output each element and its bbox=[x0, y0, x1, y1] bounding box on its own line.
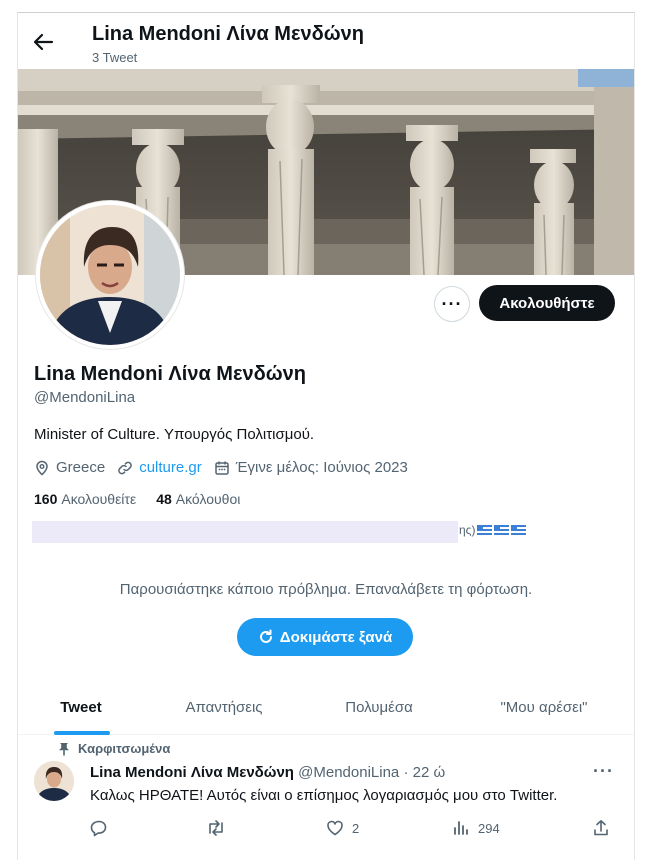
reply-button[interactable] bbox=[90, 819, 116, 837]
followers-count: 48 bbox=[156, 491, 172, 507]
profile-tabs: Tweet Απαντήσεις Πολυμέσα "Μου αρέσει" bbox=[18, 680, 634, 735]
profile-meta: Greece culture.gr Έγινε μέλος: Ιούνιος 2… bbox=[34, 459, 420, 476]
error-message: Παρουσιάστηκε κάποιο πρόβλημα. Επαναλάβε… bbox=[119, 581, 533, 598]
redacted-tail-text: ης) bbox=[459, 523, 476, 537]
tweet-more-button[interactable]: ··· bbox=[593, 761, 614, 782]
tweet-separator: · bbox=[403, 764, 409, 781]
following-count: 160 bbox=[34, 491, 58, 507]
tweet-author-name[interactable]: Lina Mendoni Λίνα Μενδώνη bbox=[90, 764, 294, 781]
header-name: Lina Mendoni Λίνα Μενδώνη bbox=[92, 23, 364, 45]
tab-tweets[interactable]: Tweet bbox=[18, 680, 144, 734]
profile-bio: Minister of Culture. Υπουργός Πολιτισμού… bbox=[34, 426, 315, 443]
heart-icon bbox=[327, 820, 343, 836]
like-count: 2 bbox=[352, 820, 360, 836]
followers-label: Ακόλουθοι bbox=[175, 491, 241, 507]
tweet-time[interactable]: 22 ώ bbox=[413, 764, 446, 781]
more-options-button[interactable]: ··· bbox=[434, 286, 470, 322]
followers-link[interactable]: 48 Ακόλουθοι bbox=[156, 491, 240, 507]
share-button[interactable] bbox=[592, 819, 618, 837]
share-icon bbox=[594, 820, 608, 836]
website-link[interactable]: culture.gr bbox=[139, 459, 202, 476]
tweet-author-avatar[interactable] bbox=[34, 761, 74, 801]
views-icon bbox=[454, 821, 468, 835]
join-date: Έγινε μέλος: Ιούνιος 2023 bbox=[214, 459, 408, 476]
website: culture.gr bbox=[117, 459, 202, 476]
profile-header: Lina Mendoni Λίνα Μενδώνη 3 Tweet bbox=[18, 13, 634, 69]
location: Greece bbox=[34, 459, 105, 476]
retweet-button[interactable] bbox=[206, 819, 234, 837]
follow-button[interactable]: Ακολουθήστε bbox=[479, 285, 615, 321]
back-arrow-icon[interactable] bbox=[32, 31, 54, 53]
tweet-header: Lina Mendoni Λίνα Μενδώνη @MendoniLina ·… bbox=[90, 764, 445, 781]
following-link[interactable]: 160 Ακολουθείτε bbox=[34, 491, 136, 507]
retry-label: Δοκιμάστε ξανά bbox=[279, 628, 393, 646]
redacted-tail: ης) bbox=[459, 523, 527, 537]
join-date-text: Έγινε μέλος: Ιούνιος 2023 bbox=[235, 459, 408, 476]
pinned-indicator: Καρφιτσωμένα bbox=[58, 741, 170, 756]
tweet-text: Καλως ΗΡΘΑΤΕ! Αυτός είναι ο επίσημος λογ… bbox=[90, 787, 558, 804]
profile-handle: @MendoniLina bbox=[34, 389, 136, 406]
location-text: Greece bbox=[56, 459, 106, 476]
link-icon bbox=[118, 461, 133, 474]
reply-icon bbox=[90, 820, 107, 837]
retweet-icon bbox=[209, 820, 223, 836]
refresh-icon bbox=[259, 629, 272, 643]
header-tweet-count: 3 Tweet bbox=[92, 50, 138, 65]
tab-media[interactable]: Πολυμέσα bbox=[304, 680, 454, 734]
greek-flag-icon bbox=[477, 525, 493, 535]
follow-stats: 160 Ακολουθείτε 48 Ακόλουθοι bbox=[34, 491, 260, 507]
following-label: Ακολουθείτε bbox=[61, 491, 137, 507]
greek-flag-icon bbox=[494, 525, 510, 535]
profile-name: Lina Mendoni Λίνα Μενδώνη bbox=[34, 363, 306, 385]
tweet-author-handle[interactable]: @MendoniLina bbox=[298, 764, 399, 781]
pinned-label: Καρφιτσωμένα bbox=[78, 741, 171, 756]
calendar-icon bbox=[214, 461, 229, 475]
views-button[interactable]: 294 bbox=[452, 819, 500, 837]
profile-page: Lina Mendoni Λίνα Μενδώνη 3 Tweet ··· Ακ… bbox=[17, 12, 635, 860]
retry-button[interactable]: Δοκιμάστε ξανά bbox=[237, 618, 413, 656]
location-pin-icon bbox=[36, 460, 48, 475]
active-tab-indicator bbox=[54, 731, 110, 735]
redacted-area bbox=[32, 521, 458, 543]
like-button[interactable]: 2 bbox=[326, 819, 359, 837]
tab-likes[interactable]: "Μου αρέσει" bbox=[454, 680, 634, 734]
profile-avatar[interactable] bbox=[36, 201, 184, 349]
tab-replies[interactable]: Απαντήσεις bbox=[144, 680, 304, 734]
tweet-actions: 2 294 bbox=[90, 819, 614, 843]
pin-icon bbox=[59, 742, 69, 755]
views-count: 294 bbox=[478, 820, 500, 836]
greek-flag-icon bbox=[511, 525, 527, 535]
